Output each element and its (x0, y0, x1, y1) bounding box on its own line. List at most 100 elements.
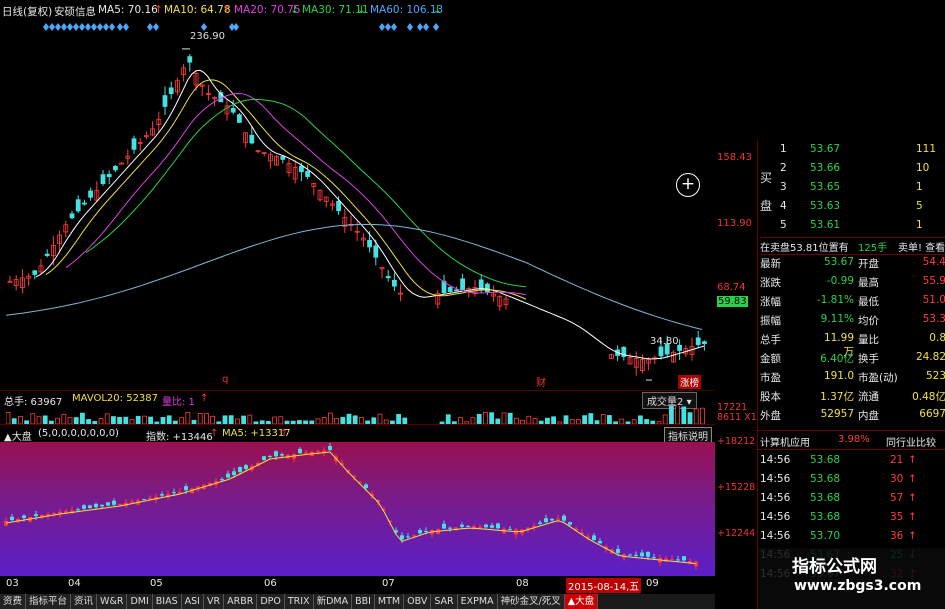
orderbook-volume: 111 (916, 143, 937, 155)
volume-bar (507, 412, 513, 424)
indicator-tab[interactable]: ▲大盘 (564, 594, 599, 609)
indicator-tab[interactable]: ASI (181, 594, 204, 609)
tick-trade-row: 14:56 53.68 30 ↑ (758, 471, 945, 490)
industry-compare-link[interactable]: 同行业比较 (886, 434, 936, 449)
volume-bar (600, 414, 606, 424)
indicator-tab[interactable]: 神砂金叉/死叉 (497, 594, 565, 609)
signal-diamond-icon (423, 23, 429, 31)
crosshair-cursor-icon[interactable]: + (676, 173, 700, 197)
dapan-candle-body (160, 494, 164, 496)
volume-bar (141, 415, 147, 424)
orderbook-row[interactable]: 1 53.67 111 (758, 140, 945, 160)
indicator-tab[interactable]: W&R (97, 594, 128, 609)
indicator-tab[interactable]: MTM (374, 594, 405, 609)
date-tick: 04 (68, 578, 81, 589)
volume-bar (501, 412, 507, 424)
quote-label: 涨幅 (760, 296, 781, 308)
orderbook-row[interactable]: 3 53.65 1 (758, 178, 945, 198)
indicator-tab[interactable]: BIAS (152, 594, 182, 609)
volume-bar (482, 411, 488, 424)
signal-diamond-icon (123, 23, 129, 31)
signal-diamond-icon (97, 23, 103, 31)
candle-body (336, 200, 342, 212)
volume-bar (228, 415, 234, 424)
quote-row: 最新 53.67 开盘 54.4 (758, 254, 945, 273)
ma5-arrow: ↑ (154, 4, 163, 16)
orderbook-row[interactable]: 4 53.63 5 (758, 197, 945, 217)
chart-title[interactable]: 日线(复权) (2, 4, 52, 19)
volume-bar (489, 412, 495, 424)
dapan-title[interactable]: ▲大盘 (4, 428, 32, 443)
volume-mavol: MAVOL20: 52387 (72, 393, 159, 404)
indicator-tab[interactable]: OBV (404, 594, 432, 609)
indicator-tab[interactable]: DPO (257, 594, 285, 609)
candle-body (249, 134, 255, 144)
dapan-candle-body (268, 455, 272, 457)
quote-value: 53.3 (922, 313, 945, 325)
quote-label: 涨跌 (760, 277, 781, 289)
volume-bar (526, 415, 532, 424)
volume-bar (669, 406, 674, 424)
signal-diamond-icon (433, 23, 439, 31)
orderbook-detail-link[interactable]: 卖单! 查看详 (898, 239, 945, 254)
quote-value: 55.9 (922, 275, 945, 287)
indicator-tab[interactable]: BBI (352, 594, 375, 609)
dapan-candle-body (400, 535, 404, 540)
dapan-candle-body (112, 500, 116, 505)
quote-value: 0.48亿 (912, 391, 945, 403)
indicator-tab[interactable]: 指标平台 (26, 594, 72, 609)
orderbook-price: 53.61 (810, 219, 841, 231)
volume-bar (272, 416, 278, 424)
volume-bar (588, 413, 594, 424)
indicator-tab[interactable]: VR (203, 594, 225, 609)
candle-body (453, 289, 459, 292)
volume-header: 总手: 63967 MAVOL20: 52387 量比: 1 ↑ 成交量2 ▾ (0, 390, 715, 409)
indicator-tab[interactable]: EXPMA (457, 594, 498, 609)
dapan-candle-body (544, 518, 548, 523)
orderbook-row[interactable]: 5 53.61 1 (758, 216, 945, 236)
dapan-candle-body (10, 516, 14, 520)
quote-row: 总手 11.99万 量比 0.8 (758, 330, 945, 358)
indicator-tab[interactable]: SAR (431, 594, 458, 609)
indicator-tab-bar: 资费 指标平台 资讯 W&R DMI BIAS ASI VR ARBR DPO TRIX 新DMA BB… (0, 594, 715, 609)
indicator-tab[interactable]: ARBR (224, 594, 258, 609)
trade-direction-icon: ↑ (908, 492, 917, 504)
quote-value: 0.8 (929, 332, 945, 344)
indicator-tab[interactable]: 资讯 (71, 594, 98, 609)
dapan-candle-body (418, 530, 422, 534)
dapan-candle-body (4, 521, 8, 526)
trade-direction-icon: ↑ (908, 454, 917, 466)
candle-body (373, 245, 379, 258)
indicator-tab[interactable]: 新DMA (313, 594, 353, 609)
candle-body (88, 190, 93, 198)
ma10-label: MA10: 64.78 (164, 4, 231, 16)
dapan-candle-body (226, 473, 230, 478)
orderbook-row[interactable]: 2 53.66 10 (758, 159, 945, 179)
candle-body (82, 202, 87, 205)
signal-diamond-icon (391, 23, 397, 31)
volume-bar (321, 416, 327, 424)
dapan-candle-body (460, 524, 464, 527)
main-kline-chart[interactable] (6, 34, 714, 390)
dapan-candle-body (184, 486, 188, 491)
industry-name[interactable]: 计算机应用 (760, 434, 810, 449)
volume-bar (346, 413, 352, 424)
candle-body (113, 165, 118, 171)
volume-bar (123, 416, 129, 424)
quote-label: 外盘 (760, 410, 781, 422)
indicator-tab[interactable]: DMI (127, 594, 153, 609)
quote-row: 涨跌 -0.99 最高 55.9 (758, 273, 945, 292)
volume-bar-chart (6, 406, 705, 424)
candle-body (106, 173, 112, 178)
tick-trade-row: 14:56 53.68 21 ↑ (758, 452, 945, 471)
dapan-candle-body (316, 451, 320, 453)
candle-body (298, 165, 304, 173)
zhangting-badge[interactable]: 涨榜 (678, 375, 702, 389)
volume-bar (278, 416, 284, 424)
signal-diamond-icon (79, 23, 85, 31)
ma30-line (85, 98, 527, 288)
indicator-tab[interactable]: TRIX (284, 594, 314, 609)
dapan-candle-body (76, 509, 80, 511)
indicator-tab[interactable]: 资费 (0, 594, 27, 609)
dapan-candle-body (598, 540, 602, 544)
